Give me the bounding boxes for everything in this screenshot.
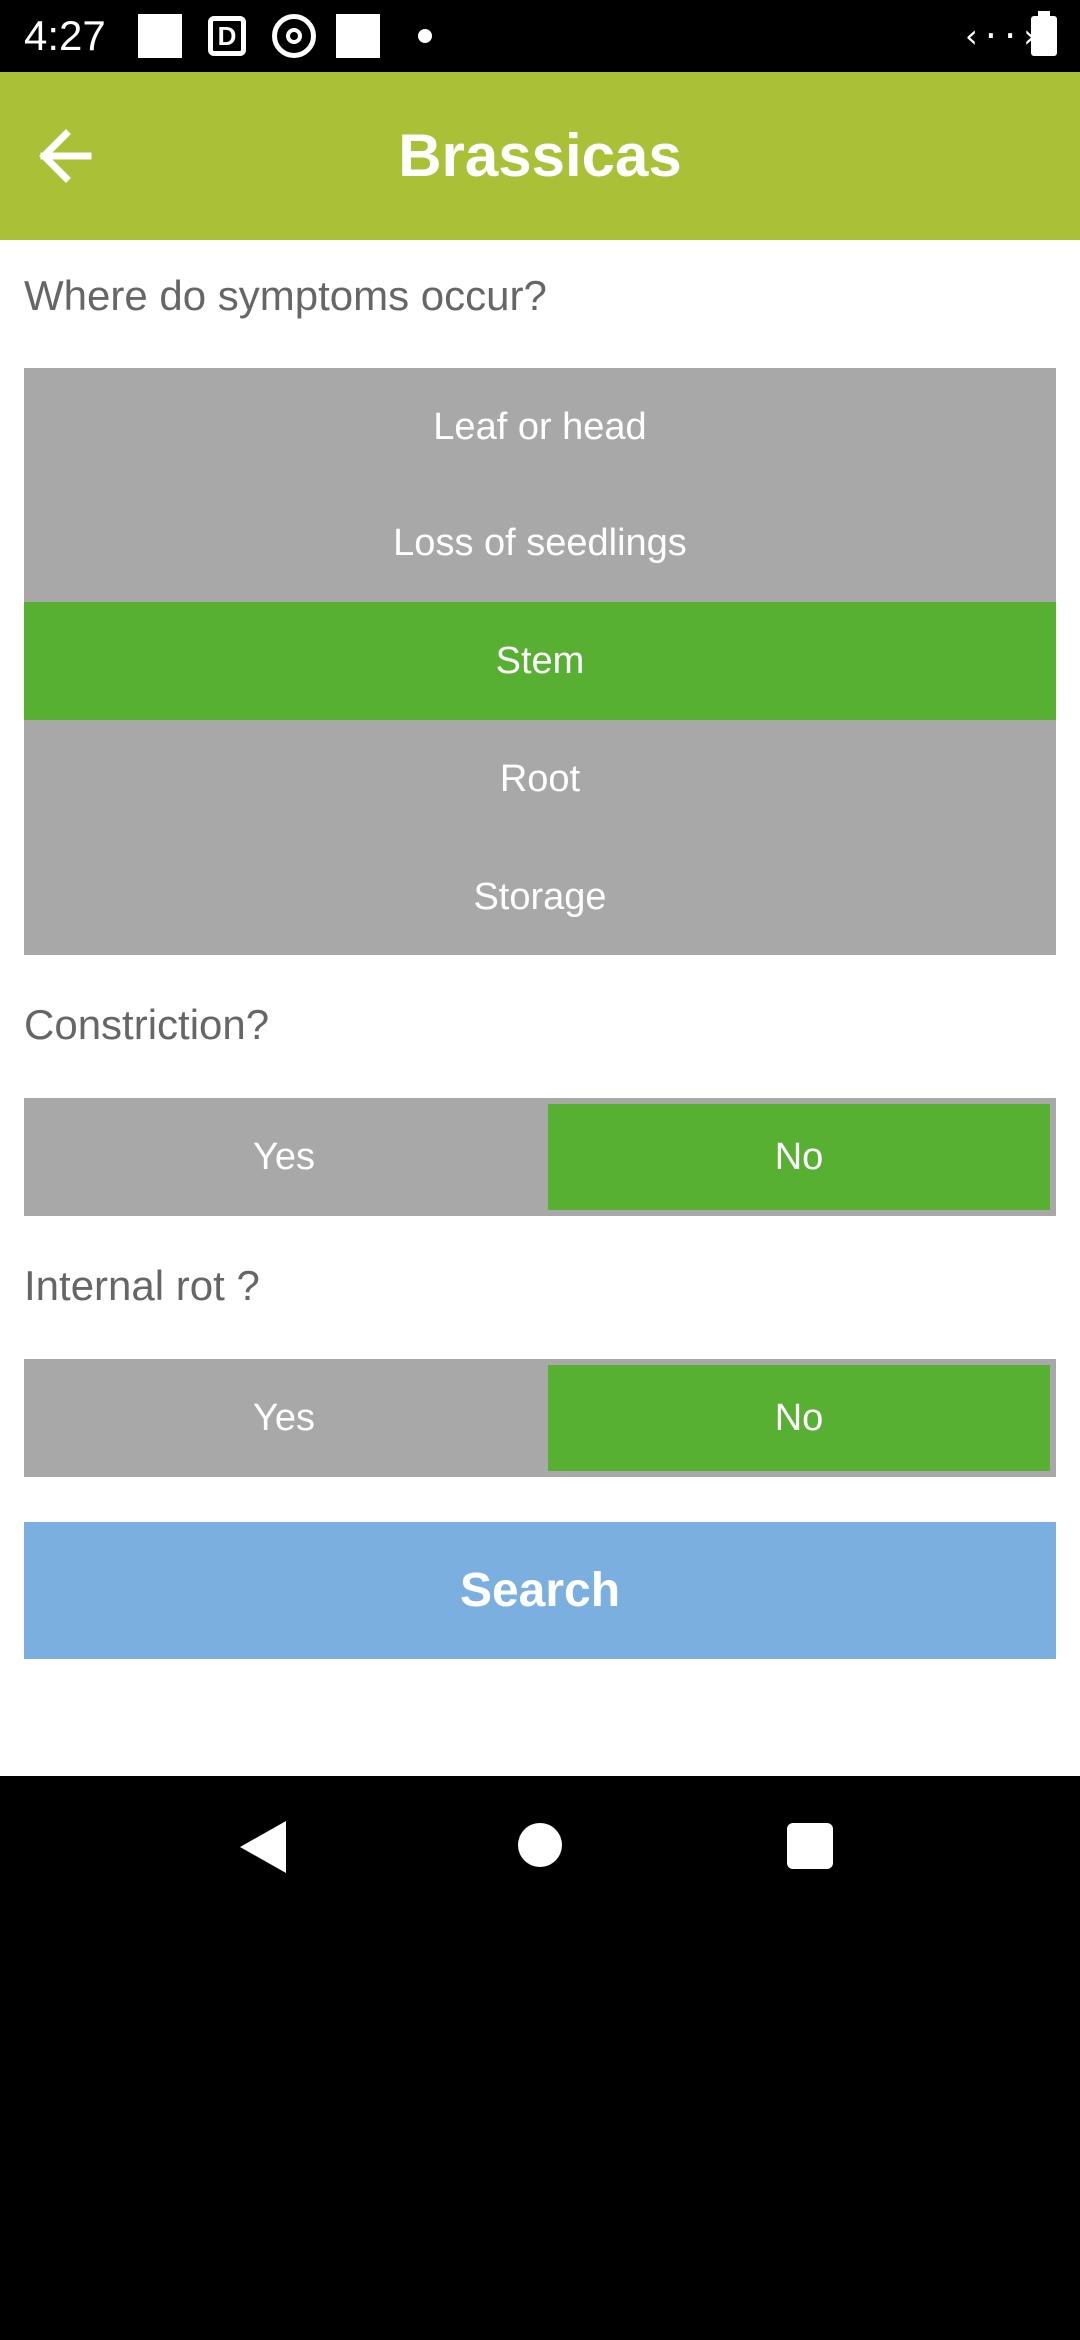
notification-square-icon xyxy=(138,14,182,58)
question-constriction: Constriction? xyxy=(24,1001,270,1048)
option-loss-of-seedlings[interactable]: Loss of seedlings xyxy=(24,484,1056,602)
status-time: 4:27 xyxy=(24,12,106,59)
dot-icon xyxy=(418,29,432,43)
option-storage[interactable]: Storage xyxy=(24,838,1056,956)
question-symptom-location: Where do symptoms occur? xyxy=(24,272,547,319)
symptom-location-options: Leaf or head Loss of seedlings Stem Root… xyxy=(24,368,1056,955)
question-internal-rot: Internal rot ? xyxy=(24,1262,260,1309)
home-circle-icon[interactable] xyxy=(518,1823,562,1867)
search-button[interactable]: Search xyxy=(24,1522,1056,1659)
option-stem[interactable]: Stem xyxy=(24,602,1056,720)
d-app-icon: D xyxy=(208,16,246,56)
constriction-yes-button[interactable]: Yes xyxy=(24,1098,544,1216)
internal-rot-yes-button[interactable]: Yes xyxy=(24,1359,544,1477)
status-bar: 4:27 D ‹··›! xyxy=(0,0,1080,72)
option-root[interactable]: Root xyxy=(24,720,1056,838)
back-triangle-icon[interactable] xyxy=(240,1821,286,1873)
page-title: Brassicas xyxy=(398,122,682,189)
recent-square-icon[interactable] xyxy=(787,1823,833,1869)
internal-rot-toggle: Yes No xyxy=(24,1359,1056,1477)
constriction-toggle: Yes No xyxy=(24,1098,1056,1216)
system-nav-bar xyxy=(0,1776,1080,1916)
constriction-no-button[interactable]: No xyxy=(548,1104,1050,1210)
battery-icon xyxy=(1031,11,1057,56)
notification-square-icon xyxy=(336,14,380,58)
app-bar: Brassicas xyxy=(0,72,1080,240)
target-app-icon xyxy=(272,14,316,58)
option-leaf-or-head[interactable]: Leaf or head xyxy=(24,368,1056,486)
main-content: Where do symptoms occur? Leaf or head Lo… xyxy=(0,240,1080,1776)
internal-rot-no-button[interactable]: No xyxy=(548,1365,1050,1471)
